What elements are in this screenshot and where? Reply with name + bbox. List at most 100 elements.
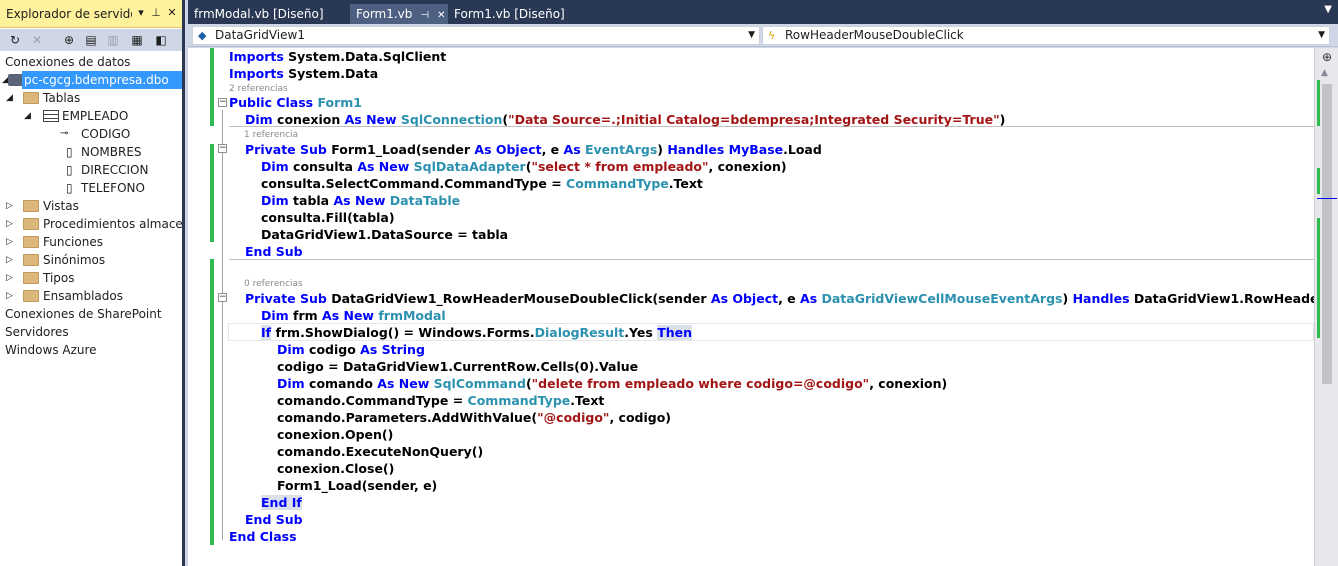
- collapse-icon[interactable]: −: [218, 98, 227, 107]
- tree-item-azure[interactable]: Windows Azure: [0, 341, 182, 359]
- tree-item-column[interactable]: ▯ TELEFONO: [0, 179, 182, 197]
- tree-item-views[interactable]: ▷ Vistas: [0, 197, 182, 215]
- code-line: If frm.ShowDialog() = Windows.Forms.Dial…: [261, 325, 692, 340]
- scrollbar-thumb[interactable]: [1322, 84, 1332, 384]
- tree-item-label: pc-cgcg.bdempresa.dbo: [22, 71, 182, 89]
- tree-item-column[interactable]: ⊸ CODIGO: [0, 125, 182, 143]
- close-icon[interactable]: ✕: [165, 6, 179, 19]
- column-icon: ▯: [66, 181, 73, 195]
- code-line: Dim comando As New SqlCommand("delete fr…: [277, 376, 948, 391]
- method-separator: [229, 259, 1314, 260]
- connect-database-icon[interactable]: ⊕: [60, 31, 78, 49]
- code-line: Dim conexion As New SqlConnection("Data …: [245, 112, 1006, 127]
- code-line: Form1_Load(sender, e): [277, 478, 438, 493]
- tree-item-tables[interactable]: ◢ Tablas: [0, 89, 182, 107]
- connect-server-icon[interactable]: ▤: [82, 31, 100, 49]
- code-line: consulta.SelectCommand.CommandType = Com…: [261, 176, 703, 191]
- chevron-down-icon: ▼: [748, 30, 755, 40]
- table-icon: [43, 110, 59, 122]
- vertical-scrollbar[interactable]: ⊕ ▲: [1314, 48, 1338, 566]
- code-line: Public Class Form1: [229, 95, 362, 110]
- tree-item-label: NOMBRES: [81, 145, 142, 159]
- server-explorer-titlebar[interactable]: Explorador de servidores ▾ ⊥ ✕: [0, 0, 182, 28]
- tree-item-functions[interactable]: ▷ Funciones: [0, 233, 182, 251]
- folder-icon: [23, 236, 39, 248]
- collapse-icon[interactable]: −: [218, 144, 227, 153]
- chevron-down-icon: ▼: [1318, 30, 1325, 40]
- scroll-up-icon[interactable]: ▲: [1321, 68, 1328, 78]
- tree-item-data-connections[interactable]: Conexiones de datos: [0, 53, 182, 71]
- tree-item-label: Funciones: [43, 235, 103, 249]
- split-view-icon[interactable]: ⊕: [1319, 50, 1335, 64]
- stop-icon[interactable]: ✕: [28, 31, 46, 49]
- tree-item-label: Windows Azure: [5, 343, 97, 357]
- collapse-icon[interactable]: −: [218, 293, 227, 302]
- tab-label: frmModal.vb [Diseño]: [194, 7, 324, 21]
- properties-icon[interactable]: ◧: [152, 31, 170, 49]
- tree-item-types[interactable]: ▷ Tipos: [0, 269, 182, 287]
- folder-icon: [23, 200, 39, 212]
- sharepoint-icon[interactable]: ▥: [104, 31, 122, 49]
- code-line: End Sub: [245, 244, 303, 259]
- code-line: consulta.Fill(tabla): [261, 210, 395, 225]
- code-line: Dim frm As New frmModal: [261, 308, 446, 323]
- code-line: Private Sub DataGridView1_RowHeaderMouse…: [245, 291, 1314, 306]
- tree-item-column[interactable]: ▯ NOMBRES: [0, 143, 182, 161]
- code-line: Dim codigo As String: [277, 342, 425, 357]
- code-line: comando.Parameters.AddWithValue("@codigo…: [277, 410, 672, 425]
- tree-item-label: Sinónimos: [43, 253, 106, 267]
- change-overview-marker: [1317, 218, 1320, 338]
- close-icon[interactable]: ✕: [437, 10, 445, 21]
- column-icon: ▯: [66, 163, 73, 177]
- chevron-down-icon[interactable]: ▼: [1324, 4, 1332, 15]
- filter-icon[interactable]: ▦: [128, 31, 146, 49]
- tree-item-label: CODIGO: [81, 127, 131, 141]
- control-icon: ◆: [198, 29, 207, 42]
- ide-window: Explorador de servidores ▾ ⊥ ✕ ↻ ✕ ⊕ ▤ ▥…: [0, 0, 1338, 566]
- folder-icon: [23, 272, 39, 284]
- tree-item-assemblies[interactable]: ▷ Ensamblados: [0, 287, 182, 305]
- tree-item-table-empleado[interactable]: ◢ EMPLEADO: [0, 107, 182, 125]
- code-line: End If: [261, 495, 302, 510]
- change-marker: [210, 259, 214, 545]
- tree-item-column[interactable]: ▯ DIRECCION: [0, 161, 182, 179]
- tree-item-servers[interactable]: Servidores: [0, 323, 182, 341]
- event-icon: ϟ: [768, 29, 776, 42]
- tab-label: Form1.vb [Diseño]: [454, 7, 565, 21]
- code-line: End Class: [229, 529, 297, 544]
- code-line: codigo = DataGridView1.CurrentRow.Cells(…: [277, 359, 639, 374]
- tree-item-label: Vistas: [43, 199, 79, 213]
- fold-line: [222, 110, 223, 540]
- object-dropdown-value: DataGridView1: [215, 28, 305, 42]
- dropdown-icon[interactable]: ▾: [134, 6, 148, 19]
- pin-icon[interactable]: ⊥: [149, 6, 163, 19]
- folder-icon: [23, 290, 39, 302]
- tab-label: Form1.vb: [356, 7, 413, 21]
- tree-item-label: Tipos: [43, 271, 75, 285]
- code-line: Private Sub Form1_Load(sender As Object,…: [245, 142, 822, 157]
- tree-item-connection[interactable]: ◢ pc-cgcg.bdempresa.dbo: [0, 71, 182, 89]
- key-icon: ⊸: [60, 128, 69, 139]
- code-editor[interactable]: − − − Imports System.Data.SqlClient Impo…: [188, 48, 1314, 566]
- tree-item-label: DIRECCION: [81, 163, 149, 177]
- code-line: End Sub: [245, 512, 303, 527]
- code-line: Imports System.Data: [229, 66, 379, 81]
- tree-item-label: EMPLEADO: [62, 109, 129, 123]
- codelens-references[interactable]: 0 referencias: [244, 278, 303, 290]
- change-overview-marker: [1317, 168, 1320, 194]
- pin-icon[interactable]: ⊣: [420, 10, 429, 21]
- tree-item-sharepoint[interactable]: Conexiones de SharePoint: [0, 305, 182, 323]
- object-dropdown[interactable]: ◆ DataGridView1 ▼: [192, 26, 760, 45]
- tree-item-synonyms[interactable]: ▷ Sinónimos: [0, 251, 182, 269]
- change-overview-marker: [1317, 80, 1320, 126]
- member-dropdown[interactable]: ϟ RowHeaderMouseDoubleClick ▼: [762, 26, 1330, 45]
- tree-item-procedures[interactable]: ▷ Procedimientos almacenados: [0, 215, 182, 233]
- tree-item-label: TELEFONO: [81, 181, 145, 195]
- tab-frmmodal-design[interactable]: frmModal.vb [Diseño]: [188, 4, 330, 24]
- caret-position-marker: [1317, 198, 1337, 199]
- folder-icon: [23, 218, 39, 230]
- codelens-references[interactable]: 1 referencia: [244, 129, 298, 141]
- tab-form1-code[interactable]: Form1.vb ⊣ ✕: [350, 4, 448, 24]
- refresh-icon[interactable]: ↻: [6, 31, 24, 49]
- tab-form1-design[interactable]: Form1.vb [Diseño]: [448, 4, 571, 24]
